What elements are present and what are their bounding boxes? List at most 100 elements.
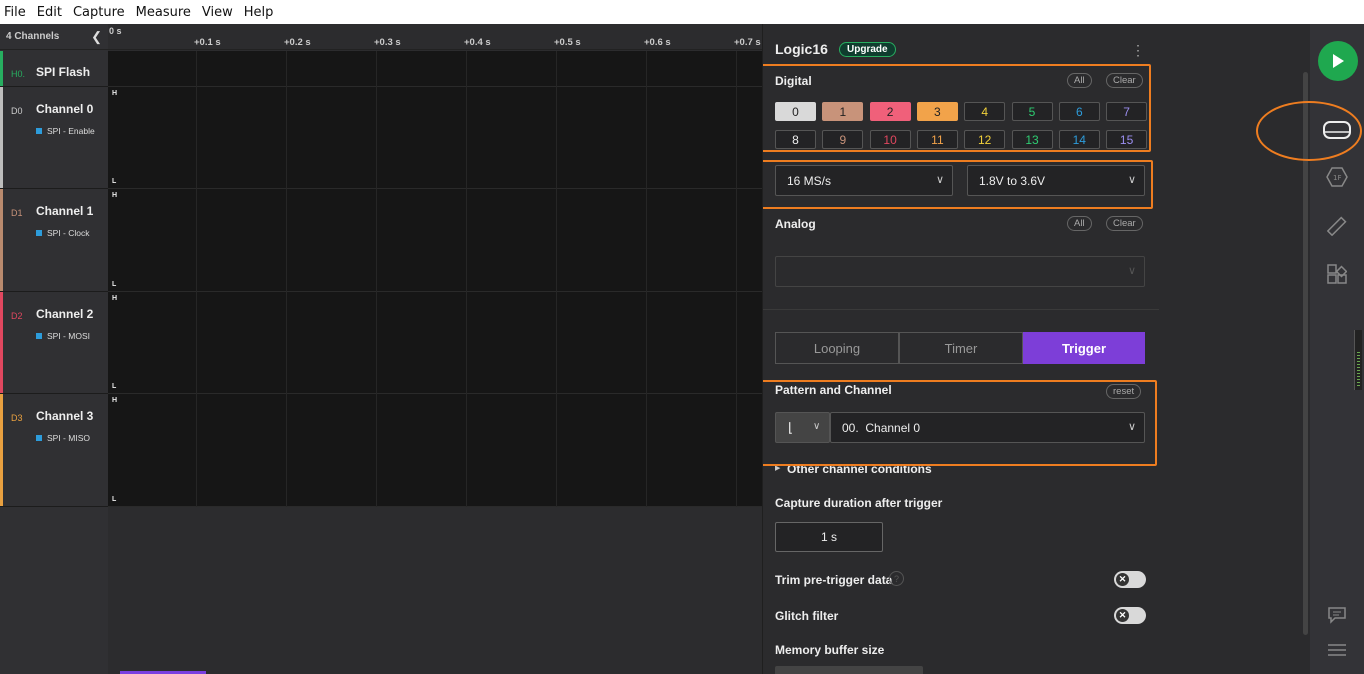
- level-high: H: [112, 192, 118, 199]
- chevron-down-icon: ∨: [1127, 265, 1136, 277]
- channel-row-1[interactable]: D1 Channel 1 SPI - Clock: [0, 189, 108, 292]
- tab-looping[interactable]: Looping: [775, 332, 899, 364]
- start-capture-button[interactable]: [1318, 41, 1358, 81]
- digital-channel-0-button[interactable]: 0: [775, 102, 816, 121]
- digital-channel-14-button[interactable]: 14: [1058, 130, 1100, 149]
- digital-channel-7-button[interactable]: 7: [1106, 102, 1148, 121]
- level-low: L: [112, 178, 117, 185]
- channel-code: D1: [11, 208, 23, 218]
- analog-clear-button[interactable]: Clear: [1106, 216, 1143, 231]
- menu-view[interactable]: View: [202, 5, 233, 20]
- ruler-tick: +0.4 s: [464, 37, 491, 48]
- waveform-area[interactable]: 0 s +0.1 s +0.2 s +0.3 s +0.4 s +0.5 s +…: [108, 24, 762, 674]
- caret-right-icon[interactable]: ▶: [775, 464, 780, 472]
- digital-channel-10-button[interactable]: 10: [869, 130, 911, 149]
- digital-channel-4-button[interactable]: 4: [964, 102, 1006, 121]
- tab-timer-label: Timer: [944, 340, 978, 356]
- measure-ruler-icon[interactable]: [1326, 216, 1347, 241]
- channel-row-3[interactable]: D3 Channel 3 SPI - MISO: [0, 394, 108, 507]
- ruler-tick: +0.3 s: [374, 37, 401, 48]
- sample-rate-select[interactable]: 16 MS/s ∨: [775, 165, 953, 196]
- memory-buffer-control[interactable]: [775, 666, 923, 674]
- tab-timer[interactable]: Timer: [899, 332, 1023, 364]
- analog-all-button[interactable]: All: [1067, 216, 1092, 231]
- glitch-filter-label: Glitch filter: [775, 609, 839, 623]
- chevron-down-icon: ∨: [813, 421, 821, 432]
- digital-channel-9-button[interactable]: 9: [822, 130, 864, 149]
- digital-channel-11-button[interactable]: 11: [916, 130, 958, 149]
- ruler-tick: +0.5 s: [554, 37, 581, 48]
- digital-channel-5-button[interactable]: 5: [1011, 102, 1053, 121]
- analyzer-color-square: [36, 128, 42, 134]
- channel-code: D2: [11, 311, 23, 321]
- capture-duration-input[interactable]: 1 s: [775, 522, 883, 552]
- analog-channel-select[interactable]: ∨: [775, 256, 1145, 287]
- digital-channel-13-button[interactable]: 13: [1011, 130, 1053, 149]
- channel-name: Channel 1: [36, 204, 94, 218]
- digital-channel-12-button[interactable]: 12: [964, 130, 1006, 149]
- menu-file[interactable]: File: [4, 5, 26, 20]
- channel-row-0[interactable]: D0 Channel 0 SPI - Enable: [0, 87, 108, 189]
- glitch-filter-toggle[interactable]: ✕: [1114, 607, 1146, 624]
- more-options-icon[interactable]: ⋮: [1131, 42, 1145, 59]
- trigger-channel-value: 00. Channel 0: [842, 420, 921, 435]
- digital-label: Digital: [775, 74, 812, 88]
- play-icon: [1333, 54, 1344, 68]
- analyzers-icon[interactable]: 1F: [1326, 167, 1348, 192]
- grid-line: [646, 51, 647, 507]
- time-ruler[interactable]: 0 s +0.1 s +0.2 s +0.3 s +0.4 s +0.5 s +…: [108, 24, 762, 50]
- grid-line: [466, 51, 467, 507]
- level-low: L: [112, 281, 117, 288]
- menu-help[interactable]: Help: [244, 5, 274, 20]
- capture-duration-value: 1 s: [820, 530, 837, 544]
- other-conditions-link[interactable]: Other channel conditions: [787, 462, 932, 476]
- digital-channel-6-button[interactable]: 6: [1058, 102, 1100, 121]
- hamburger-menu-icon[interactable]: [1327, 643, 1347, 662]
- channel-name: Channel 2: [36, 307, 94, 321]
- extensions-icon[interactable]: [1327, 264, 1348, 289]
- menu-edit[interactable]: Edit: [37, 5, 62, 20]
- lane-spi-flash[interactable]: [108, 51, 762, 87]
- level-low: L: [112, 496, 117, 503]
- edge-type-select[interactable]: ⌊ ∨: [775, 412, 830, 443]
- digital-clear-button[interactable]: Clear: [1106, 73, 1143, 88]
- digital-channel-15-button[interactable]: 15: [1106, 130, 1148, 149]
- upgrade-badge[interactable]: Upgrade: [839, 42, 896, 57]
- analyzer-tag: SPI - MOSI: [36, 331, 90, 341]
- lane-channel-2[interactable]: H L: [108, 292, 762, 394]
- lane-channel-3[interactable]: H L: [108, 394, 762, 507]
- digital-channel-8-button[interactable]: 8: [775, 130, 816, 149]
- analyzer-color-square: [36, 230, 42, 236]
- digital-channel-2-button[interactable]: 2: [869, 102, 911, 121]
- highlight-device-icon-circle: [1256, 101, 1362, 161]
- digital-all-button[interactable]: All: [1067, 73, 1092, 88]
- trigger-channel-select[interactable]: 00. Channel 0 ∨: [830, 412, 1145, 443]
- channel-code: D3: [11, 413, 23, 423]
- ruler-zero: 0 s: [109, 26, 122, 36]
- menu-measure[interactable]: Measure: [136, 5, 191, 20]
- menu-bar: File Edit Capture Measure View Help: [0, 0, 1364, 24]
- trigger-reset-button[interactable]: reset: [1106, 384, 1142, 399]
- ruler-tick: +0.6 s: [644, 37, 671, 48]
- tab-trigger[interactable]: Trigger: [1023, 332, 1145, 364]
- lane-channel-1[interactable]: H L: [108, 189, 762, 292]
- menu-capture[interactable]: Capture: [73, 5, 125, 20]
- digital-channel-1-button[interactable]: 1: [822, 102, 864, 121]
- chevron-down-icon: ∨: [1127, 174, 1136, 186]
- trim-pretrigger-toggle[interactable]: ✕: [1114, 571, 1146, 588]
- channel-row-2[interactable]: D2 Channel 2 SPI - MOSI: [0, 292, 108, 394]
- channel-name: SPI Flash: [36, 65, 91, 79]
- pattern-channel-label: Pattern and Channel: [775, 383, 892, 397]
- help-icon[interactable]: ?: [889, 571, 904, 586]
- chevron-left-icon[interactable]: ❮: [91, 29, 102, 45]
- level-high: H: [112, 295, 118, 302]
- voltage-value: 1.8V to 3.6V: [979, 173, 1046, 188]
- feedback-chat-icon[interactable]: [1327, 606, 1347, 629]
- digital-channel-3-button[interactable]: 3: [916, 102, 958, 121]
- channel-name: Channel 0: [36, 102, 94, 116]
- lane-channel-0[interactable]: H L: [108, 87, 762, 189]
- voltage-select[interactable]: 1.8V to 3.6V ∨: [967, 165, 1145, 196]
- channel-row-spi-flash[interactable]: H0. SPI Flash: [0, 51, 108, 87]
- tab-looping-label: Looping: [813, 340, 861, 356]
- tab-trigger-label: Trigger: [1061, 340, 1107, 356]
